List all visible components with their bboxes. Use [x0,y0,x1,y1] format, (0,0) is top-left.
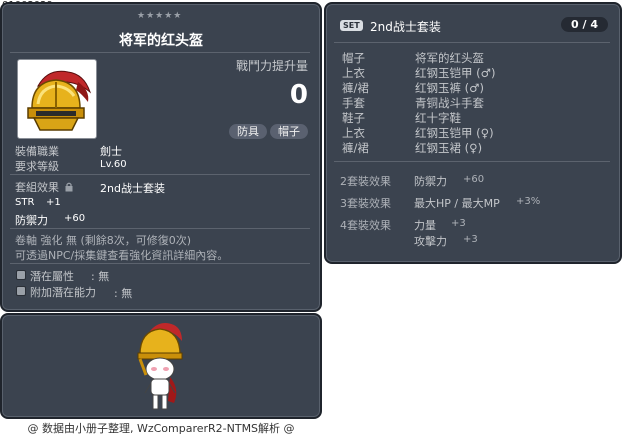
tag-hat: 帽子 [270,124,308,139]
bonus-3-stat: 最大HP / 最大MP [414,197,500,210]
bonus-2-stat: 防禦力 [414,175,447,188]
set-name: 2nd战士套装 [370,20,441,34]
scroll-info: 卷軸 強化 無 (剩餘8次，可修復0次) [15,234,192,247]
footer-credit: @ 数据由小册子整理, WzComparerR2-NTMS解析 @ [27,422,295,435]
set-effect-label-row: 套組效果 [15,179,73,195]
lock-icon [65,182,73,195]
divider [10,263,310,264]
set-count: 0 / 4 [561,17,608,32]
bonus-4-stat: 力量 [414,219,436,232]
set-panel: SET 2nd战士套装 0 / 4 帽子 将军的红头盔 上衣 红钢玉铠甲 (♂)… [324,2,622,264]
req-level-value: Lv.60 [100,159,127,170]
piece-slot: 褲/裙 [342,141,369,155]
character-avatar [137,323,183,410]
attack-increase-value: 0 [289,80,308,110]
piece-name: 红钢玉裙 (♀) [415,141,483,155]
bonus-4-value: +3 [451,218,466,229]
divider [334,42,610,43]
set-effect-value: 2nd战士套装 [100,182,165,195]
additional-potential-label: 附加潛在能力 [30,286,96,299]
item-name: 将军的红头盔 [119,33,203,49]
divider [10,52,310,53]
avatar-preview-panel [0,313,322,419]
piece-name: 红钢玉铠甲 (♀) [415,126,494,140]
stat-str-value: +1 [46,197,61,208]
bonus-3-value: +3% [516,196,541,207]
additional-potential-value: : 無 [114,287,133,300]
piece-name: 红钢玉裤 (♂) [415,81,484,95]
item-tooltip-panel: ★★★★★ 将军的红头盔 戰鬥力提升量 0 防具 帽子 裝備職業 劍士 要求等級… [0,2,322,312]
piece-slot: 上衣 [342,126,365,140]
helmet-icon [27,70,92,131]
bonus-2-value: +60 [463,174,485,185]
piece-name: 红十字鞋 [415,111,461,125]
set-effect-label: 套組效果 [15,181,59,194]
potential-label: 潛在屬性 [30,270,74,283]
bonus-3-label: 3套裝效果 [340,197,391,210]
piece-slot: 帽子 [342,51,365,65]
piece-name: 将军的红头盔 [415,51,484,65]
job-value: 劍士 [100,145,122,158]
stat-def-name: 防禦力 [15,214,48,227]
piece-slot: 上衣 [342,66,365,80]
item-icon-frame [17,59,97,139]
potential-value: : 無 [91,270,110,283]
potential-icon [16,270,26,280]
divider [10,228,310,229]
stat-str-name: STR [15,197,35,208]
star-rating: ★★★★★ [137,11,183,21]
piece-slot: 鞋子 [342,111,365,125]
req-level-label: 要求等級 [15,160,59,173]
tag-armor: 防具 [229,124,267,139]
bonus-2-label: 2套裝效果 [340,175,391,188]
stat-def-value: +60 [64,213,86,224]
divider [10,174,310,175]
bonus-4-value-2: +3 [463,234,478,245]
divider [334,161,610,162]
piece-name: 青铜战斗手套 [415,96,484,110]
piece-slot: 手套 [342,96,365,110]
bonus-4-stat-2: 攻擊力 [414,235,447,248]
piece-slot: 褲/裙 [342,81,369,95]
set-badge: SET [340,20,363,31]
attack-increase-label: 戰鬥力提升量 [235,59,308,73]
additional-potential-icon [16,286,26,296]
piece-name: 红钢玉铠甲 (♂) [415,66,496,80]
job-label: 裝備職業 [15,145,59,158]
npc-info: 可透過NPC/採集鍵查看強化資訊詳細內容。 [15,249,229,262]
bonus-4-label: 4套裝效果 [340,219,391,232]
